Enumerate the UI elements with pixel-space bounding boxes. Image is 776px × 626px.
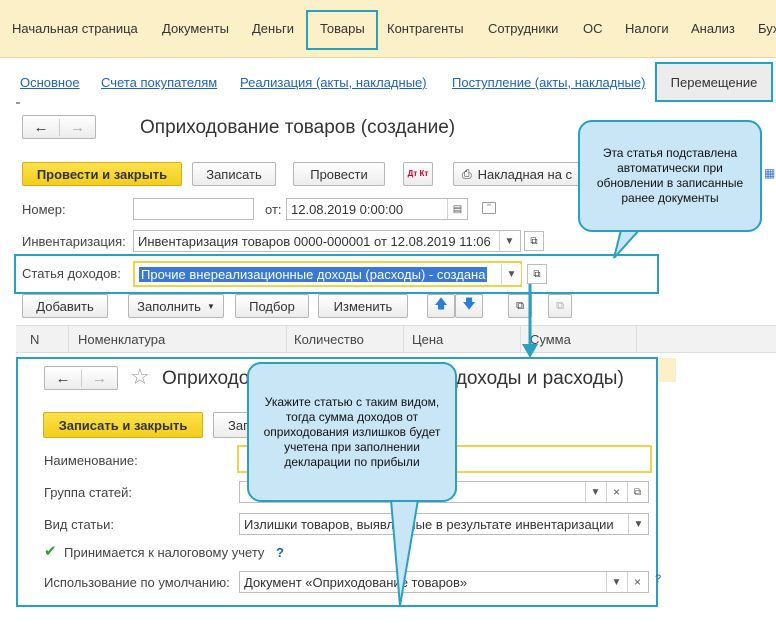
subform-title-left: Оприходов [162,368,260,389]
date-input[interactable]: 12.08.2019 0:00:00 [286,198,468,220]
date-value: 12.08.2019 0:00:00 [291,201,404,217]
column-header-nomenclature[interactable]: Номенклатура [78,332,165,347]
printer-icon: ⎙ [462,166,472,181]
nav-item-documents[interactable]: Документы [162,21,229,36]
history-nav-group: ← → [22,115,96,139]
tax-checkbox[interactable]: ✔ [44,544,58,559]
column-header-quantity[interactable]: Количество [294,332,364,347]
post-button[interactable]: Провести [293,162,385,186]
column-divider [286,325,287,353]
tab-transfer[interactable]: Перемещение [655,62,773,102]
inventory-label: Инвентаризация: [22,234,126,249]
inventory-open-icon[interactable]: ⧉ [524,231,544,251]
subnav-main[interactable]: Основное [20,75,80,90]
dt-kt-label: Дт Кт [407,169,429,178]
default-use-dropdown-icon[interactable]: ▼ [606,572,626,592]
subform-forward-arrow-icon[interactable]: → [81,369,117,387]
subnav-sales[interactable]: Реализация (акты, накладные) [240,75,427,90]
inventory-input[interactable]: Инвентаризация товаров 0000-000001 от 12… [133,230,521,252]
nav-item-goods[interactable]: Товары [320,21,365,36]
income-item-value: Прочие внереализационные доходы (расходы… [139,266,488,282]
document-title: Оприходование товаров (создание) [140,117,456,138]
name-label: Наименование: [44,453,138,468]
callout-middle: Укажите статью с таким видом, тогда сумм… [247,362,457,502]
subnav-invoices[interactable]: Счета покупателям [101,75,217,90]
callout-top: Эта статья подставлена автоматически при… [578,120,762,232]
inventory-value: Инвентаризация товаров 0000-000001 от 12… [138,233,491,249]
save-and-close-button[interactable]: Записать и закрыть [43,412,203,438]
column-divider [68,325,69,353]
tax-checkbox-label[interactable]: Принимается к налоговому учету [64,545,264,560]
paste-icon[interactable]: ⧉ [548,294,572,318]
nav-item-money[interactable]: Деньги [252,21,294,36]
nav-item-fixed-assets[interactable]: ОС [583,21,603,36]
help-icon[interactable]: ? [276,545,284,560]
nav-item-analysis[interactable]: Анализ [691,21,735,36]
fill-label: Заполнить [137,298,201,314]
subform-title-right: е доходы и расходы) [440,368,624,389]
group-label: Группа статей: [44,485,132,500]
kind-label: Вид статьи: [44,517,114,532]
pointer-arrow [522,284,538,358]
income-item-input[interactable]: Прочие внереализационные доходы (расходы… [133,261,522,287]
column-header-n[interactable]: N [30,332,39,347]
favorite-star-icon[interactable]: ☆ [130,364,150,390]
dt-kt-icon[interactable]: Дт Кт [403,162,433,186]
group-dropdown-icon[interactable]: ▼ [585,482,605,502]
nav-item-counterparties[interactable]: Контрагенты [387,21,464,36]
default-use-label: Использование по умолчанию: [44,575,230,590]
default-use-clear-icon[interactable]: × [627,572,647,592]
post-and-close-button[interactable]: Провести и закрыть [22,162,182,186]
fill-dropdown-icon: ▼ [206,301,215,311]
calendar-icon[interactable]: ▤ [447,199,467,219]
nav-item-home[interactable]: Начальная страница [12,21,138,36]
group-clear-icon[interactable]: × [606,482,626,502]
subnav-receipts[interactable]: Поступление (акты, накладные) [452,75,645,90]
comment-icon[interactable]: ≡ [482,201,496,214]
print-invoice-button[interactable]: ⎙ Накладная на с [453,162,583,186]
date-label: от: [265,202,282,217]
column-header-price[interactable]: Цена [412,332,443,347]
kind-dropdown-icon[interactable]: ▼ [628,514,648,534]
group-open-icon[interactable]: ⧉ [627,482,647,502]
nav-item-employees[interactable]: Сотрудники [488,21,558,36]
subform-save-button[interactable]: Запи [213,412,249,438]
print-invoice-label: Накладная на с [477,166,573,182]
select-button[interactable]: Подбор [235,294,309,318]
back-arrow-icon[interactable]: ← [23,119,59,136]
structure-icon[interactable]: ▦ [764,166,776,182]
nav-item-accounting[interactable]: Бух [758,21,776,36]
default-use-input[interactable]: Документ «Оприходование товаров» [239,571,649,593]
income-item-label: Статья доходов: [22,266,121,281]
add-row-button[interactable]: Добавить [22,294,108,318]
move-up-icon[interactable]: 🡅 [427,294,455,318]
fill-button[interactable]: Заполнить ▼ [128,294,224,318]
subform-back-arrow-icon[interactable]: ← [45,370,81,387]
save-button[interactable]: Записать [192,162,276,186]
move-down-icon[interactable]: 🡇 [455,294,483,318]
column-divider [636,325,637,353]
default-use-help-icon[interactable]: ? [655,573,661,585]
forward-arrow-icon[interactable]: → [59,118,95,136]
column-divider [403,325,404,353]
subform-history-nav: ← → [44,366,118,390]
separator-dot [16,102,20,104]
number-input[interactable] [133,198,254,220]
number-label: Номер: [22,202,66,217]
nav-item-taxes[interactable]: Налоги [625,21,669,36]
inventory-dropdown-icon[interactable]: ▼ [499,231,519,251]
change-button[interactable]: Изменить [318,294,408,318]
callout-middle-tail [388,488,422,607]
kind-select[interactable]: Излишки товаров, выявленные в результате… [239,513,649,535]
